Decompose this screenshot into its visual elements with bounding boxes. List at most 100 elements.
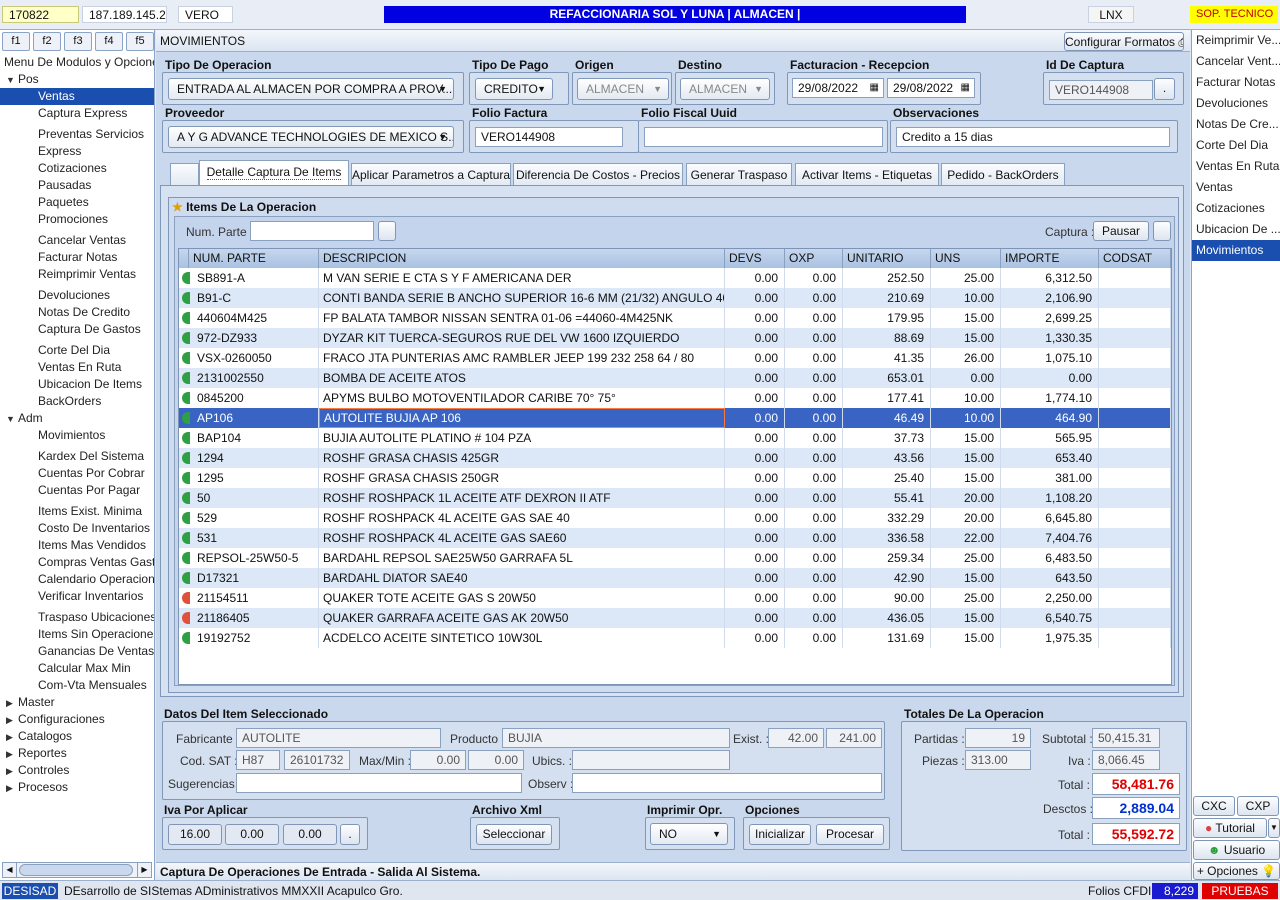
table-row[interactable]: VSX-0260050 FRACO JTA PUNTERIAS AMC RAMBL… [179, 348, 1171, 368]
menu-item[interactable]: Cotizaciones [0, 160, 154, 177]
caret-down-icon[interactable]: ▼ [6, 411, 18, 427]
tab-aplicar-parametros[interactable]: Aplicar Parametros a Captura [351, 163, 511, 186]
table-row[interactable]: D17321 BARDAHL DIATOR SAE40 0.00 0.00 42.90 1… [179, 568, 1171, 588]
tab-detalle-captura[interactable]: Detalle Captura De Items [199, 160, 349, 186]
iva-more-button[interactable]: . [340, 824, 360, 845]
col-header-codsat[interactable]: CODSAT [1099, 249, 1171, 268]
menu-item[interactable]: Preventas Servicios [0, 126, 154, 143]
proveedor-select[interactable]: A Y G ADVANCE TECHNOLOGIES DE MEXICO S..… [168, 126, 454, 148]
menu-item[interactable]: Devoluciones [0, 287, 154, 304]
col-header-importe[interactable]: IMPORTE [1001, 249, 1099, 268]
observaciones-input[interactable]: Credito a 15 dias [896, 127, 1170, 147]
codsat-unidad-input[interactable]: H87 [236, 750, 280, 770]
menu-item[interactable]: Promociones [0, 211, 154, 228]
menu-item[interactable]: ▶ Master [0, 694, 154, 711]
destino-select[interactable]: ALMACEN ▼ [680, 78, 770, 100]
caret-right-icon[interactable]: ▶ [6, 712, 18, 728]
quick-item[interactable]: Corte Del Dia [1192, 135, 1280, 156]
menu-item[interactable]: Ubicacion De Items [0, 376, 154, 393]
menu-item[interactable]: Items Sin Operaciones [0, 626, 154, 643]
menu-item[interactable]: BackOrders [0, 393, 154, 410]
iva-16-button[interactable]: 16.00 [168, 824, 222, 845]
menu-item[interactable]: Ganancias De Ventas [0, 643, 154, 660]
seleccionar-xml-button[interactable]: Seleccionar [476, 824, 552, 845]
menu-item[interactable]: Items Mas Vendidos [0, 537, 154, 554]
col-header-oxp[interactable]: OXP [785, 249, 843, 268]
producto-input[interactable]: BUJIA [502, 728, 730, 748]
pausar-button[interactable]: Pausar [1093, 221, 1149, 241]
f5-button[interactable]: f5 [126, 32, 154, 51]
menu-item[interactable]: Notas De Credito [0, 304, 154, 321]
tutorial-button[interactable]: ● Tutorial [1193, 818, 1267, 838]
menu-item[interactable]: Pausadas [0, 177, 154, 194]
table-row[interactable]: SB891-A M VAN SERIE E CTA S Y F AMERICANA… [179, 268, 1171, 288]
caret-down-icon[interactable]: ▼ [6, 72, 18, 88]
quick-item[interactable]: Ubicacion De ... [1192, 219, 1280, 240]
folio-factura-input[interactable]: VERO144908 [475, 127, 623, 147]
menu-item[interactable]: Kardex Del Sistema [0, 448, 154, 465]
table-row[interactable]: 2131002550 BOMBA DE ACEITE ATOS 0.00 0.00 65… [179, 368, 1171, 388]
menu-item[interactable]: Paquetes [0, 194, 154, 211]
min-input[interactable]: 0.00 [468, 750, 524, 770]
caret-right-icon[interactable]: ▶ [6, 780, 18, 796]
sugerencias-input[interactable] [236, 773, 522, 793]
menu-item[interactable]: Com-Vta Mensuales [0, 677, 154, 694]
table-row[interactable]: 50 ROSHF ROSHPACK 1L ACEITE ATF DEXRON II… [179, 488, 1171, 508]
quick-item[interactable]: Reimprimir Ve... [1192, 30, 1280, 51]
quick-item[interactable]: Devoluciones [1192, 93, 1280, 114]
menu-item[interactable]: Cuentas Por Cobrar [0, 465, 154, 482]
table-row[interactable]: 529 ROSHF ROSHPACK 4L ACEITE GAS SAE 40 0.… [179, 508, 1171, 528]
f2-button[interactable]: f2 [33, 32, 61, 51]
col-header-num-parte[interactable]: NUM. PARTE [189, 249, 319, 268]
menu-item[interactable]: Ventas [0, 88, 154, 105]
menu-item[interactable]: ▶ Reportes [0, 745, 154, 762]
table-row[interactable]: REPSOL-25W50-5 BARDAHL REPSOL SAE25W50 GA… [179, 548, 1171, 568]
tab-diferencia-costos[interactable]: Diferencia De Costos - Precios [513, 163, 683, 186]
menu-item[interactable]: Costo De Inventarios [0, 520, 154, 537]
table-row[interactable]: 531 ROSHF ROSHPACK 4L ACEITE GAS SAE60 0.0… [179, 528, 1171, 548]
menu-item[interactable]: Verificar Inventarios [0, 588, 154, 605]
menu-item[interactable]: Menu De Modulos y Opciones [0, 54, 154, 71]
f3-button[interactable]: f3 [64, 32, 92, 51]
menu-item[interactable]: Express [0, 143, 154, 160]
quick-item[interactable]: Notas De Cre... [1192, 114, 1280, 135]
num-parte-button[interactable] [378, 221, 396, 241]
cxp-button[interactable]: CXP [1237, 796, 1279, 816]
caret-right-icon[interactable]: ▶ [6, 729, 18, 745]
quick-item[interactable]: Cotizaciones [1192, 198, 1280, 219]
table-row[interactable]: 21186405 QUAKER GARRAFA ACEITE GAS AK 20W… [179, 608, 1171, 628]
col-header-devs[interactable]: DEVS [725, 249, 785, 268]
menu-item[interactable]: ▶ Controles [0, 762, 154, 779]
menu-item[interactable]: ▶ Procesos [0, 779, 154, 796]
caret-right-icon[interactable]: ▶ [6, 695, 18, 711]
table-row[interactable]: 1294 ROSHF GRASA CHASIS 425GR 0.00 0.00 43.5… [179, 448, 1171, 468]
menu-item[interactable]: Corte Del Dia [0, 342, 154, 359]
menu-item[interactable]: Captura De Gastos [0, 321, 154, 338]
captura-extra-button[interactable] [1153, 221, 1171, 241]
table-row[interactable]: 0845200 APYMS BULBO MOTOVENTILADOR CARIBE… [179, 388, 1171, 408]
cxc-button[interactable]: CXC [1193, 796, 1235, 816]
id-captura-input[interactable]: VERO144908 [1049, 80, 1153, 100]
tab-activar-items[interactable]: Activar Items - Etiquetas [795, 163, 939, 186]
iva-0-button[interactable]: 0.00 [225, 824, 279, 845]
table-row[interactable]: 1295 ROSHF GRASA CHASIS 250GR 0.00 0.00 25.4… [179, 468, 1171, 488]
col-header-uns[interactable]: UNS [931, 249, 1001, 268]
col-header-descripcion[interactable]: DESCRIPCION [319, 249, 725, 268]
usuario-button[interactable]: ☻ Usuario [1193, 840, 1280, 860]
quick-item[interactable]: Ventas En Ruta [1192, 156, 1280, 177]
table-row[interactable]: 440604M425 FP BALATA TAMBOR NISSAN SENTRA… [179, 308, 1171, 328]
table-row[interactable]: 19192752 ACDELCO ACEITE SINTETICO 10W30L 0… [179, 628, 1171, 648]
menu-item[interactable]: ▶ Configuraciones [0, 711, 154, 728]
menu-item[interactable]: Items Exist. Minima [0, 503, 154, 520]
menu-item[interactable]: ▶ Catalogos [0, 728, 154, 745]
caret-right-icon[interactable]: ▶ [6, 763, 18, 779]
fecha-facturacion-input[interactable]: 29/08/2022 ▦ [792, 78, 884, 98]
table-row[interactable]: AP106 AUTOLITE BUJIA AP 106 0.00 0.00 46.49 1… [179, 408, 1171, 428]
menu-item[interactable]: Cancelar Ventas [0, 232, 154, 249]
quick-item[interactable]: Facturar Notas [1192, 72, 1280, 93]
menu-scrollbar[interactable]: ◀ ▶ [2, 862, 152, 878]
quick-item[interactable]: Ventas [1192, 177, 1280, 198]
tutorial-dropdown-icon[interactable]: ▼ [1268, 818, 1280, 838]
table-row[interactable]: 21154511 QUAKER TOTE ACEITE GAS S 20W50 0.… [179, 588, 1171, 608]
caret-right-icon[interactable]: ▶ [6, 746, 18, 762]
